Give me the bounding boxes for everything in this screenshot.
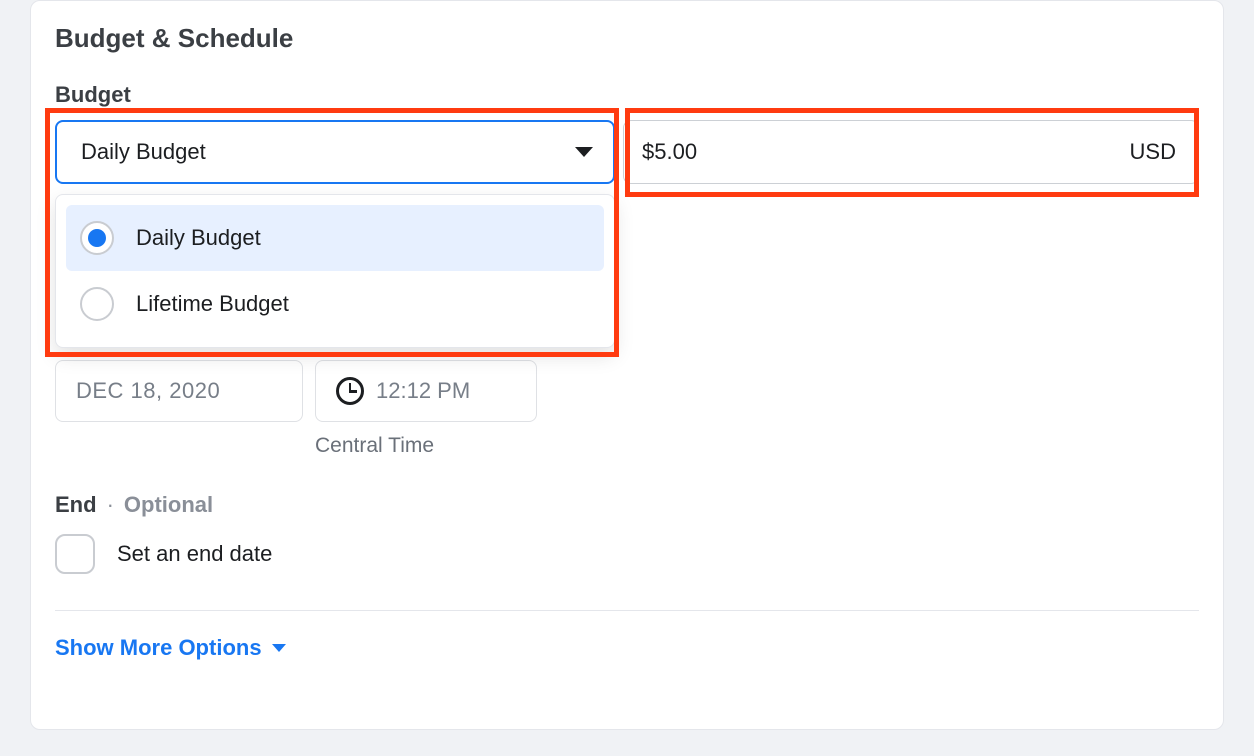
chevron-down-icon xyxy=(575,147,593,157)
start-datetime-row: Dec 18, 2020 12:12 PM xyxy=(55,360,1199,422)
budget-amount-input[interactable] xyxy=(642,139,1130,165)
budget-type-select[interactable]: Daily Budget xyxy=(55,120,615,184)
divider xyxy=(55,610,1199,611)
start-date-input[interactable]: Dec 18, 2020 xyxy=(55,360,303,422)
dot-separator: · xyxy=(107,492,114,518)
budget-option-lifetime[interactable]: Lifetime Budget xyxy=(66,271,604,337)
chevron-down-icon xyxy=(272,644,286,652)
clock-icon xyxy=(336,377,364,405)
end-label: End xyxy=(55,492,97,518)
budget-amount-input-wrapper[interactable]: USD xyxy=(623,120,1199,184)
section-title: Budget & Schedule xyxy=(55,23,1199,54)
end-date-checkbox[interactable] xyxy=(55,534,95,574)
budget-type-selected-label: Daily Budget xyxy=(81,139,206,165)
end-date-checkbox-label: Set an end date xyxy=(117,541,272,567)
budget-row: Daily Budget USD Daily Budget Lifetime B… xyxy=(55,120,1199,184)
budget-schedule-card: Budget & Schedule Budget Daily Budget US… xyxy=(30,0,1224,730)
start-date-value: Dec 18, 2020 xyxy=(76,378,220,404)
start-time-value: 12:12 PM xyxy=(376,378,470,404)
end-label-row: End · Optional xyxy=(55,492,1199,518)
budget-option-lifetime-label: Lifetime Budget xyxy=(136,291,289,317)
budget-label: Budget xyxy=(55,82,1199,108)
budget-currency-label: USD xyxy=(1130,139,1176,165)
end-optional-label: Optional xyxy=(124,492,213,518)
show-more-options-label: Show More Options xyxy=(55,635,262,661)
radio-selected-icon xyxy=(80,221,114,255)
show-more-options-link[interactable]: Show More Options xyxy=(55,635,1199,661)
end-date-checkbox-row: Set an end date xyxy=(55,534,1199,574)
budget-option-daily[interactable]: Daily Budget xyxy=(66,205,604,271)
end-section: End · Optional Set an end date xyxy=(55,492,1199,574)
start-time-input[interactable]: 12:12 PM xyxy=(315,360,537,422)
budget-type-dropdown: Daily Budget Lifetime Budget xyxy=(55,194,615,348)
radio-unselected-icon xyxy=(80,287,114,321)
timezone-label: Central Time xyxy=(315,434,1199,458)
budget-option-daily-label: Daily Budget xyxy=(136,225,261,251)
